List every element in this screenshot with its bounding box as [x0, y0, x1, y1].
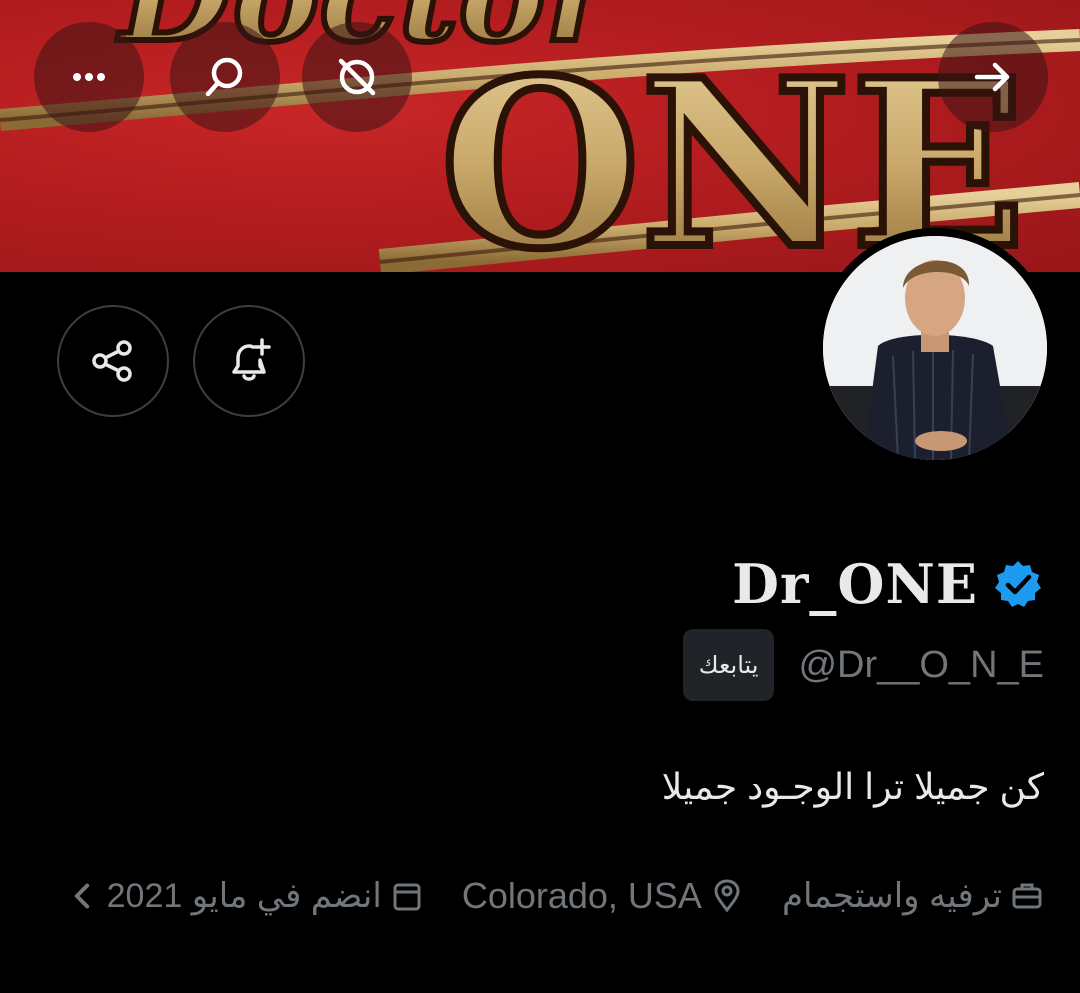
- chevron-left-icon: [74, 883, 89, 909]
- location-text: Colorado, USA: [461, 875, 702, 916]
- meta-category: ترفيه واستجمام: [782, 876, 1044, 916]
- joined-text: انضم في مايو 2021: [106, 877, 382, 915]
- meta-location: Colorado, USA: [462, 875, 744, 917]
- profile-bio: كن جميلا ترا الوجـود جميلا: [661, 766, 1044, 807]
- meta-joined[interactable]: انضم في مايو 2021: [65, 876, 424, 916]
- profile-meta: ترفيه واستجمام Colorado, USA انضم في ماي…: [65, 866, 1044, 926]
- verified-badge-icon[interactable]: [992, 558, 1044, 610]
- search-icon: [205, 57, 243, 97]
- share-button[interactable]: [57, 305, 169, 417]
- calendar-icon: [393, 883, 421, 911]
- location-pin-icon: [714, 879, 740, 913]
- handle-row: يتابعك @Dr__O_N_E: [682, 628, 1044, 702]
- display-name: Dr_ONE: [732, 552, 978, 616]
- briefcase-icon: [1012, 883, 1042, 909]
- share-icon: [92, 340, 132, 382]
- profile-name-row: Dr_ONE: [732, 552, 1044, 616]
- avatar-photo: [823, 236, 1047, 460]
- forward-button[interactable]: [938, 22, 1048, 132]
- arrow-right-icon: [974, 62, 1010, 92]
- more-icon: [73, 73, 105, 81]
- notifications-button[interactable]: [193, 305, 305, 417]
- follows-you-badge: يتابعك: [682, 629, 775, 701]
- user-handle: @Dr__O_N_E: [798, 643, 1044, 686]
- more-options-button[interactable]: [34, 22, 144, 132]
- profile-avatar[interactable]: [815, 228, 1055, 468]
- grok-icon: [338, 58, 376, 96]
- category-text: ترفيه واستجمام: [781, 877, 1002, 915]
- search-button[interactable]: [170, 22, 280, 132]
- grok-button[interactable]: [302, 22, 412, 132]
- bell-plus-icon: [232, 338, 271, 381]
